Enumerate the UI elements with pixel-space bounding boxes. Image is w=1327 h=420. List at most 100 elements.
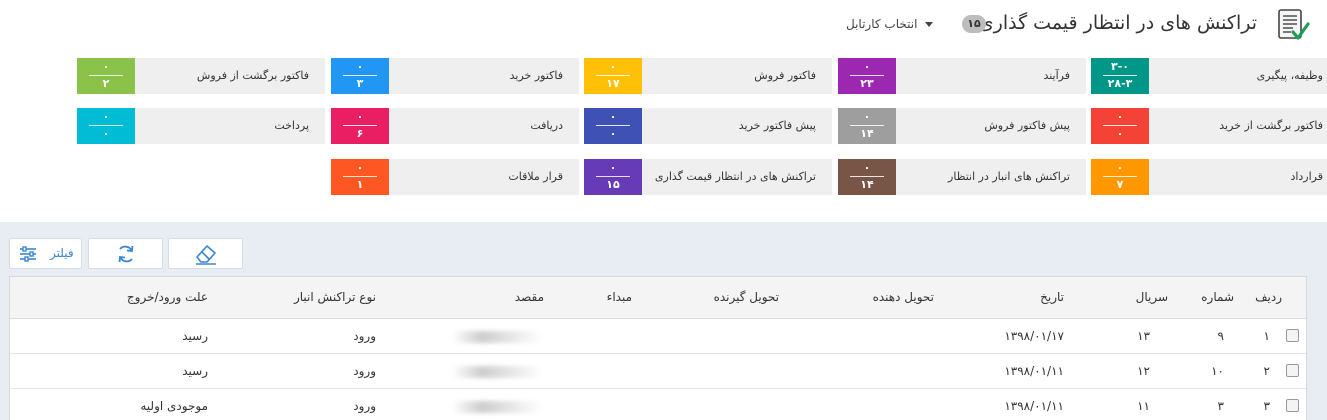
tile-label: فاکتور فروش [754,69,816,82]
tile-contract[interactable]: ۰ ۷ قرارداد [1091,159,1327,195]
tile-count-top: ۰ [356,60,364,73]
tile-count-top: ۰ [609,161,617,174]
tile-sales-invoice[interactable]: ۰ ۱۷ فاکتور فروش [584,58,832,94]
transactions-table: ردیف شماره سریال تاریخ تحویل دهنده تحویل… [9,276,1307,420]
cell-number: ۹ [1217,329,1224,343]
tile-count-box: ۰۰ [77,108,135,144]
tile-count-top: ۰ [356,161,364,174]
cell-serial: ۱۳ [1137,329,1150,343]
cell-type: ورود [353,364,376,378]
tile-count-bottom: ۱ [356,178,364,191]
tile-label: پیش فاکتور خرید [738,119,816,132]
cell-reason: رسید [182,364,208,378]
tile-count-bottom: ۰ [1116,127,1124,140]
tile-label: تراکنش های در انتظار قیمت گذاری [654,170,816,183]
tile-task-followup[interactable]: ۳-۰ ۲۸-۳ وظیفه، پیگیری [1091,58,1327,94]
document-check-icon [1278,9,1310,40]
tile-label: پرداخت [274,119,309,132]
tile-count-bottom: ۳ [356,77,364,90]
tile-pending-pricing[interactable]: ۰ ۱۵ تراکنش های در انتظار قیمت گذاری [584,159,832,195]
filter-label: فیلتر [50,246,74,260]
tile-payment[interactable]: ۰۰ پرداخت [77,108,325,144]
tile-count-top: ۰ [102,60,110,73]
tile-purchase-invoice[interactable]: ۰۳ فاکتور خرید [331,58,579,94]
refresh-icon [118,245,134,263]
cell-index: ۱ [1263,329,1270,343]
tile-count-top: ۰ [863,60,871,73]
tile-count-top: ۰ [1116,161,1124,174]
row-checkbox[interactable] [1286,364,1299,377]
tile-label: فاکتور برگشت از فروش [196,69,309,82]
tile-purchase-return[interactable]: ۰۰ فاکتور برگشت از خرید [1091,108,1327,144]
select-kartabl-label: انتخاب کارتابل [846,17,918,31]
column-header[interactable]: شماره [1201,290,1234,304]
cell-date: ۱۳۹۸/۰۱/۱۷ [1004,329,1064,343]
tile-label: قرار ملاقات [508,170,563,183]
cell-date: ۱۳۹۸/۰۱/۱۱ [1004,364,1064,378]
tile-count-bottom: ۶ [356,127,364,140]
tile-count-bottom: ۲ [102,77,110,90]
cell-date: ۱۳۹۸/۰۱/۱۱ [1004,399,1064,413]
filter-button[interactable]: فیلتر [9,238,82,269]
tile-count-top: ۰ [609,110,617,123]
tile-count-top: ۰ [102,110,110,123]
eraser-icon [196,245,216,265]
table-row[interactable]: ۱ ۹ ۱۳ ۱۳۹۸/۰۱/۱۷ ورود رسید [10,319,1306,354]
header: تراکنش های در انتظار قیمت گذاری ۱۵ انتخا… [0,0,1327,50]
tile-sales-return[interactable]: ۰۲ فاکتور برگشت از فروش [77,58,325,94]
tile-count-bottom: ۲۳ [860,77,874,90]
tile-count-bottom: ۰ [102,127,110,140]
cell-number: ۱۰ [1211,364,1224,378]
tile-appointment[interactable]: ۰ ۱ قرار ملاقات [331,159,579,195]
column-header[interactable]: تاریخ [1040,290,1064,304]
cell-index: ۲ [1263,364,1270,378]
row-checkbox[interactable] [1286,329,1299,342]
tile-process[interactable]: ۰ ۲۳ فرآیند [838,58,1086,94]
tile-label: وظیفه، پیگیری [1256,69,1323,82]
tile-receipt[interactable]: ۰۶ دریافت [331,108,579,144]
table-row[interactable]: ۳ ۳ ۱۱ ۱۳۹۸/۰۱/۱۱ ورود موجودی اولیه [10,389,1306,420]
cell-reason: رسید [182,329,208,343]
tile-count-box: ۰۰ [584,108,642,144]
tile-purchase-proforma[interactable]: ۰۰ پیش فاکتور خرید [584,108,832,144]
tile-pending-warehouse[interactable]: ۰ ۱۴ تراکنش های انبار در انتظار [838,159,1086,195]
column-header[interactable]: علت ورود/خروج [127,290,208,304]
tile-label: دریافت [530,119,563,132]
tile-count-bottom: ۱۴ [860,178,874,191]
column-header[interactable]: نوع تراکنش انبار [294,290,376,304]
table-row[interactable]: ۲ ۱۰ ۱۲ ۱۳۹۸/۰۱/۱۱ ورود رسید [10,354,1306,389]
tile-count-box: ۰ ۱۷ [584,58,642,94]
tile-count-top: ۳-۰ [1111,60,1129,73]
column-header[interactable]: تحویل گیرنده [714,290,779,304]
column-header[interactable]: سریال [1136,290,1168,304]
cell-destination-redacted [452,366,542,378]
refresh-button[interactable] [88,238,163,269]
column-header[interactable]: مقصد [515,290,544,304]
tile-count-box: ۰۳ [331,58,389,94]
clear-button[interactable] [168,238,243,269]
tile-label: تراکنش های انبار در انتظار [948,170,1070,183]
page-title: تراکنش های در انتظار قیمت گذاری [978,12,1257,34]
cell-reason: موجودی اولیه [140,399,208,413]
tile-count-box: ۰ ۱۵ [584,159,642,195]
column-header[interactable]: ردیف [1255,290,1282,304]
tile-count-box: ۰۶ [331,108,389,144]
column-header[interactable]: تحویل دهنده [873,290,934,304]
tile-count-top: ۰ [863,110,871,123]
sliders-icon [20,246,36,262]
tile-label: فاکتور برگشت از خرید [1219,119,1323,132]
cell-serial: ۱۲ [1137,364,1150,378]
row-checkbox[interactable] [1286,399,1299,412]
cell-index: ۳ [1263,399,1270,413]
tile-count-top: ۰ [1116,110,1124,123]
tile-count-box: ۰۰ [1091,108,1149,144]
tile-count-bottom: ۷ [1116,178,1124,191]
tile-sales-proforma[interactable]: ۰ ۱۴ پیش فاکتور فروش [838,108,1086,144]
column-header[interactable]: مبداء [607,290,632,304]
tile-label: قرارداد [1290,170,1323,183]
tile-label: پیش فاکتور فروش [984,119,1070,132]
select-kartabl-dropdown[interactable]: انتخاب کارتابل [846,17,934,31]
cell-serial: ۱۱ [1137,399,1150,413]
cell-number: ۳ [1217,399,1224,413]
tile-count-box: ۰۲ [77,58,135,94]
